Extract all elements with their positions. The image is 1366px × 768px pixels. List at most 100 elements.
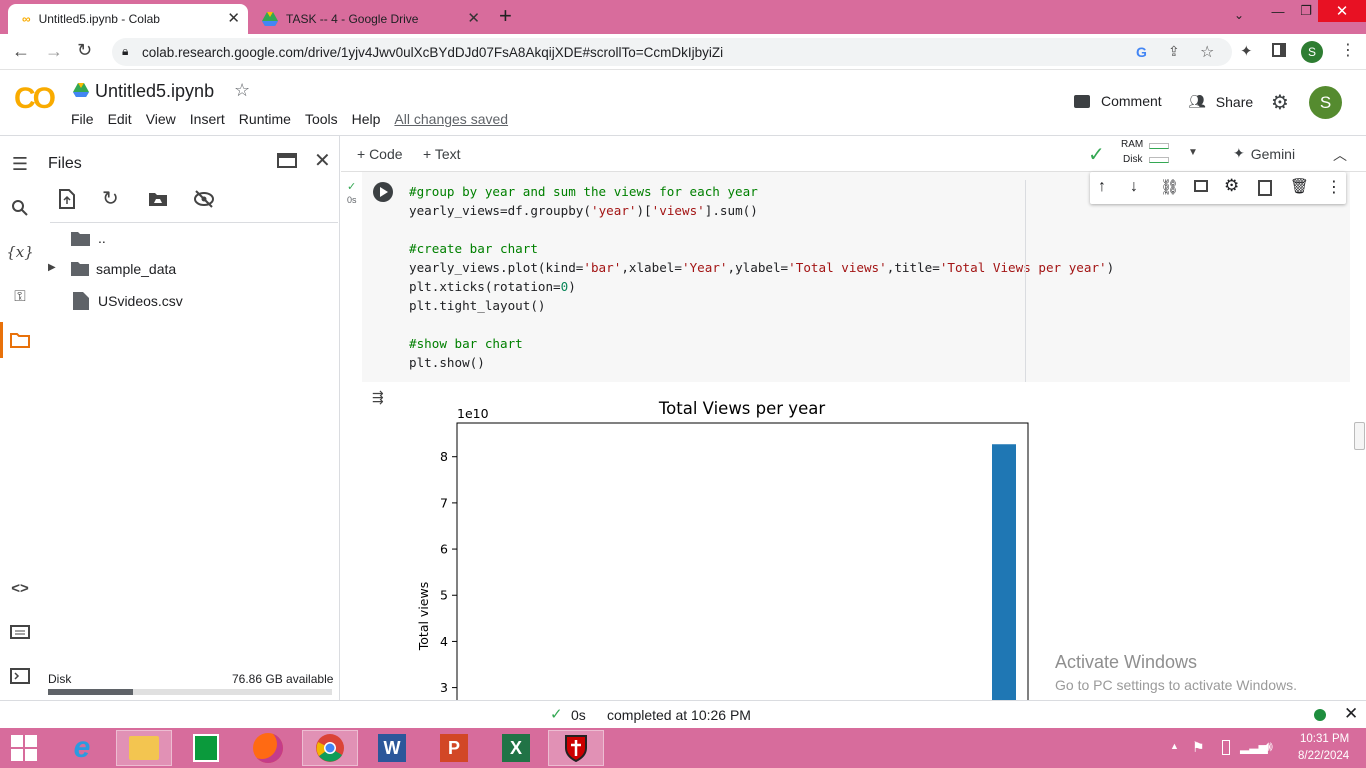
- tab-colab[interactable]: ∞ Untitled5.ipynb - Colab ✕: [8, 4, 248, 34]
- folder-row-sample-data[interactable]: sample_data: [70, 258, 176, 280]
- show-hidden-icons[interactable]: ▲: [1170, 741, 1179, 751]
- star-icon[interactable]: ☆: [234, 80, 250, 101]
- comment-button[interactable]: Comment: [1074, 93, 1162, 109]
- cell-more-icon[interactable]: ⋮: [1326, 177, 1342, 197]
- folder-up-label: ..: [98, 230, 106, 246]
- link-icon[interactable]: ⛓: [1160, 178, 1179, 196]
- y-tick-label: 7: [440, 495, 448, 510]
- settings-gear-icon[interactable]: ⚙: [1271, 90, 1289, 115]
- menu-runtime[interactable]: Runtime: [239, 111, 291, 127]
- comment-cell-icon[interactable]: [1194, 180, 1208, 192]
- menu-edit[interactable]: Edit: [108, 111, 132, 127]
- table-of-contents-icon[interactable]: ☰: [8, 152, 32, 176]
- tab-title: Untitled5.ipynb - Colab: [38, 12, 160, 26]
- close-status-icon[interactable]: ✕: [1344, 704, 1358, 724]
- code-cell[interactable]: #group by year and sum the views for eac…: [362, 172, 1350, 382]
- menu-view[interactable]: View: [146, 111, 176, 127]
- add-code-button[interactable]: + Code: [357, 146, 403, 162]
- close-panel-icon[interactable]: ✕: [314, 148, 331, 173]
- terminal-icon[interactable]: [8, 664, 32, 688]
- google-lens-icon[interactable]: G: [1136, 44, 1147, 60]
- cell-exec-time: 0s: [347, 195, 357, 205]
- add-text-button[interactable]: + Text: [423, 146, 461, 162]
- hide-files-icon[interactable]: [193, 190, 215, 208]
- collapse-header-icon[interactable]: ︿: [1333, 145, 1347, 165]
- secrets-key-icon[interactable]: ⚿: [8, 284, 32, 308]
- shield-app-icon[interactable]: [548, 730, 604, 766]
- watermark-subtitle: Go to PC settings to activate Windows.: [1055, 677, 1297, 693]
- delete-cell-icon[interactable]: 🗑︎: [1290, 177, 1309, 195]
- open-in-tab-icon[interactable]: [277, 153, 297, 168]
- cell-settings-icon[interactable]: ⚙: [1224, 176, 1239, 196]
- variables-icon[interactable]: {x}: [6, 240, 34, 264]
- clock-date[interactable]: 8/22/2024: [1298, 750, 1349, 762]
- browser-menu-icon[interactable]: ⋮: [1340, 40, 1356, 62]
- folder-up-row[interactable]: ..: [70, 227, 106, 249]
- expand-arrow-icon[interactable]: ▶: [48, 262, 56, 273]
- account-avatar[interactable]: S: [1309, 86, 1342, 119]
- share-page-icon[interactable]: ⇪: [1168, 43, 1180, 60]
- ie-icon[interactable]: e: [54, 730, 110, 766]
- bookmark-star-icon[interactable]: ☆: [1200, 42, 1214, 62]
- chrome-icon[interactable]: [302, 730, 358, 766]
- command-palette-icon[interactable]: [8, 620, 32, 644]
- clock-time[interactable]: 10:31 PM: [1300, 733, 1349, 745]
- windows-logo-icon: [11, 735, 37, 761]
- menu-tools[interactable]: Tools: [305, 111, 338, 127]
- menu-help[interactable]: Help: [352, 111, 381, 127]
- code-editor[interactable]: #group by year and sum the views for eac…: [362, 182, 1114, 377]
- y-axis-label: Total views: [416, 582, 431, 651]
- code-line: #create bar chart: [409, 241, 538, 256]
- reload-icon[interactable]: ↻: [77, 40, 92, 61]
- refresh-icon[interactable]: ↻: [102, 186, 119, 211]
- forward-icon[interactable]: →: [45, 41, 63, 62]
- tab-search-icon[interactable]: ⌄: [1234, 8, 1244, 22]
- close-tab-icon[interactable]: ✕: [467, 11, 480, 26]
- firefox-icon[interactable]: [240, 730, 296, 766]
- close-window-button[interactable]: ✕: [1318, 0, 1366, 22]
- file-row-usvideos[interactable]: USvideos.csv: [70, 290, 183, 312]
- mount-drive-icon[interactable]: [148, 191, 168, 207]
- move-down-icon[interactable]: ↓: [1130, 178, 1138, 196]
- status-check-icon: ✓: [550, 706, 563, 723]
- drive-icon: [73, 83, 89, 97]
- share-button[interactable]: 👥︎ Share: [1188, 93, 1253, 110]
- menu-insert[interactable]: Insert: [190, 111, 225, 127]
- move-up-icon[interactable]: ↑: [1098, 178, 1106, 196]
- powerpoint-icon[interactable]: P: [426, 730, 482, 766]
- back-icon[interactable]: ←: [12, 41, 30, 62]
- volume-icon[interactable]: 🔊︎: [1264, 738, 1273, 755]
- side-panel-icon[interactable]: [1272, 43, 1286, 57]
- save-status[interactable]: All changes saved: [394, 111, 508, 127]
- upload-file-icon[interactable]: [58, 189, 76, 209]
- tab-drive[interactable]: TASK -- 4 - Google Drive ✕: [248, 4, 488, 34]
- runtime-dropdown-icon[interactable]: ▼: [1188, 147, 1198, 158]
- file-explorer-icon[interactable]: [116, 730, 172, 766]
- resources-widget[interactable]: RAM Disk: [1119, 139, 1169, 169]
- action-center-flag-icon[interactable]: ⚑: [1192, 739, 1205, 756]
- close-tab-icon[interactable]: ✕: [227, 11, 240, 26]
- profile-avatar[interactable]: S: [1301, 41, 1323, 63]
- battery-icon[interactable]: [1222, 740, 1230, 755]
- extensions-icon[interactable]: ✦: [1240, 42, 1253, 60]
- store-icon[interactable]: [178, 730, 234, 766]
- code-snippets-icon[interactable]: <>: [8, 576, 32, 600]
- disk-available: 76.86 GB available: [232, 672, 334, 686]
- notebook-title[interactable]: Untitled5.ipynb: [95, 81, 214, 102]
- watermark-title: Activate Windows: [1055, 652, 1198, 672]
- mirror-cell-icon[interactable]: [1258, 180, 1272, 196]
- files-folder-icon[interactable]: [8, 328, 32, 352]
- gemini-button[interactable]: ✦ Gemini: [1233, 145, 1295, 162]
- start-button[interactable]: [0, 730, 48, 766]
- excel-icon[interactable]: X: [488, 730, 544, 766]
- menu-file[interactable]: File: [71, 111, 94, 127]
- notebook-scrollbar-thumb[interactable]: [1354, 422, 1365, 450]
- colab-logo[interactable]: CO: [14, 82, 56, 116]
- word-icon[interactable]: W: [364, 730, 420, 766]
- search-icon[interactable]: [8, 196, 32, 220]
- new-tab-button[interactable]: +: [499, 5, 512, 27]
- url-bar[interactable]: 🔒︎ colab.research.google.com/drive/1yjv4…: [112, 38, 1232, 66]
- panel-divider: [50, 222, 338, 223]
- cell-output: ⇶ Total Views per year 1e10 345678 Total…: [362, 382, 1350, 700]
